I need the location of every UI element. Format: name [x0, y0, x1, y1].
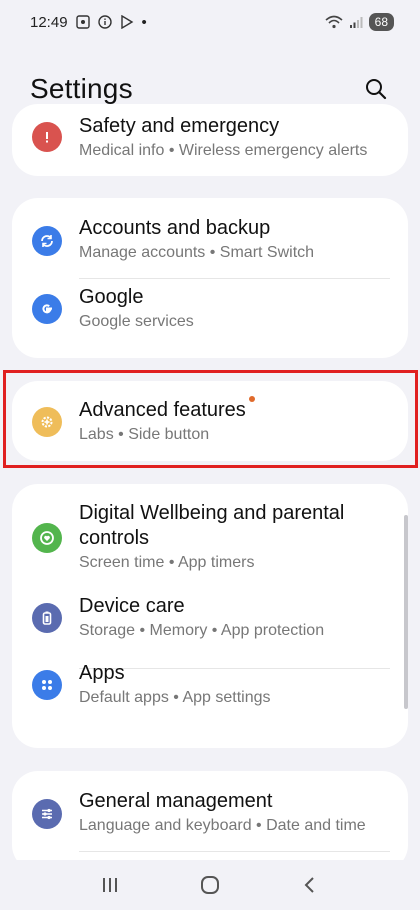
item-title: General management	[79, 790, 273, 812]
sync-icon	[32, 226, 62, 256]
status-time: 12:49	[30, 13, 68, 31]
item-title-line2: controls	[79, 527, 150, 549]
item-title: Safety and emergency	[79, 115, 280, 137]
back-icon	[304, 877, 314, 893]
scrollbar[interactable]	[404, 515, 408, 709]
status-dot: •	[141, 13, 147, 31]
settings-item-google[interactable]: Google Google services	[12, 285, 408, 332]
heart-icon	[32, 523, 62, 553]
settings-item-accounts[interactable]: Accounts and backup Manage accounts • Sm…	[12, 216, 408, 263]
settings-item-safety[interactable]: Safety and emergency Medical info • Wire…	[12, 114, 408, 161]
card-general: General management Language and keyboard…	[12, 771, 408, 871]
wifi-icon	[325, 15, 343, 29]
sliders-icon	[32, 799, 62, 829]
settings-item-device-care[interactable]: Device care Storage • Memory • App prote…	[12, 594, 408, 641]
divider	[79, 278, 390, 279]
home-icon	[201, 876, 219, 894]
item-title: Accounts and backup	[79, 217, 271, 239]
back-button[interactable]	[290, 865, 330, 905]
battery-icon	[32, 603, 62, 633]
item-subtitle: Language and keyboard • Date and time	[79, 817, 366, 834]
card-accounts: Accounts and backup Manage accounts • Sm…	[12, 198, 408, 358]
recent-apps-icon	[103, 878, 117, 892]
settings-item-apps[interactable]: Apps Default apps • App settings	[12, 661, 408, 708]
settings-item-digital-wellbeing[interactable]: Digital Wellbeing and parental controls …	[12, 501, 408, 573]
search-button[interactable]	[362, 75, 390, 103]
signal-icon	[349, 17, 363, 28]
card-safety: Safety and emergency Medical info • Wire…	[12, 104, 408, 176]
page-title: Settings	[30, 73, 133, 104]
item-title: Apps	[79, 662, 125, 684]
item-title-line1: Digital Wellbeing and parental	[79, 502, 345, 524]
play-store-icon	[120, 15, 133, 29]
google-icon	[32, 294, 62, 324]
item-subtitle: Storage • Memory • App protection	[79, 622, 325, 639]
item-title: Device care	[79, 595, 185, 617]
home-button[interactable]	[190, 865, 230, 905]
recent-apps-button[interactable]	[90, 865, 130, 905]
item-subtitle: Manage accounts • Smart Switch	[79, 244, 315, 261]
apps-icon	[32, 670, 62, 700]
settings-item-general-management[interactable]: General management Language and keyboard…	[12, 789, 408, 836]
alert-icon	[32, 122, 62, 152]
status-bar: 12:49 • 68	[0, 0, 420, 44]
item-subtitle: Screen time • App timers	[79, 554, 255, 571]
info-icon	[97, 15, 112, 29]
item-subtitle: Default apps • App settings	[79, 689, 271, 706]
item-subtitle: Google services	[79, 313, 194, 330]
item-title: Google	[79, 286, 144, 308]
card-wellbeing: Digital Wellbeing and parental controls …	[12, 484, 408, 748]
battery-indicator: 68	[368, 13, 394, 31]
item-subtitle: Medical info • Wireless emergency alerts	[79, 142, 368, 159]
search-icon	[366, 79, 387, 100]
highlight-frame	[3, 370, 418, 468]
navigation-bar	[0, 860, 420, 910]
screenshot-icon	[75, 15, 90, 29]
divider	[79, 851, 390, 852]
